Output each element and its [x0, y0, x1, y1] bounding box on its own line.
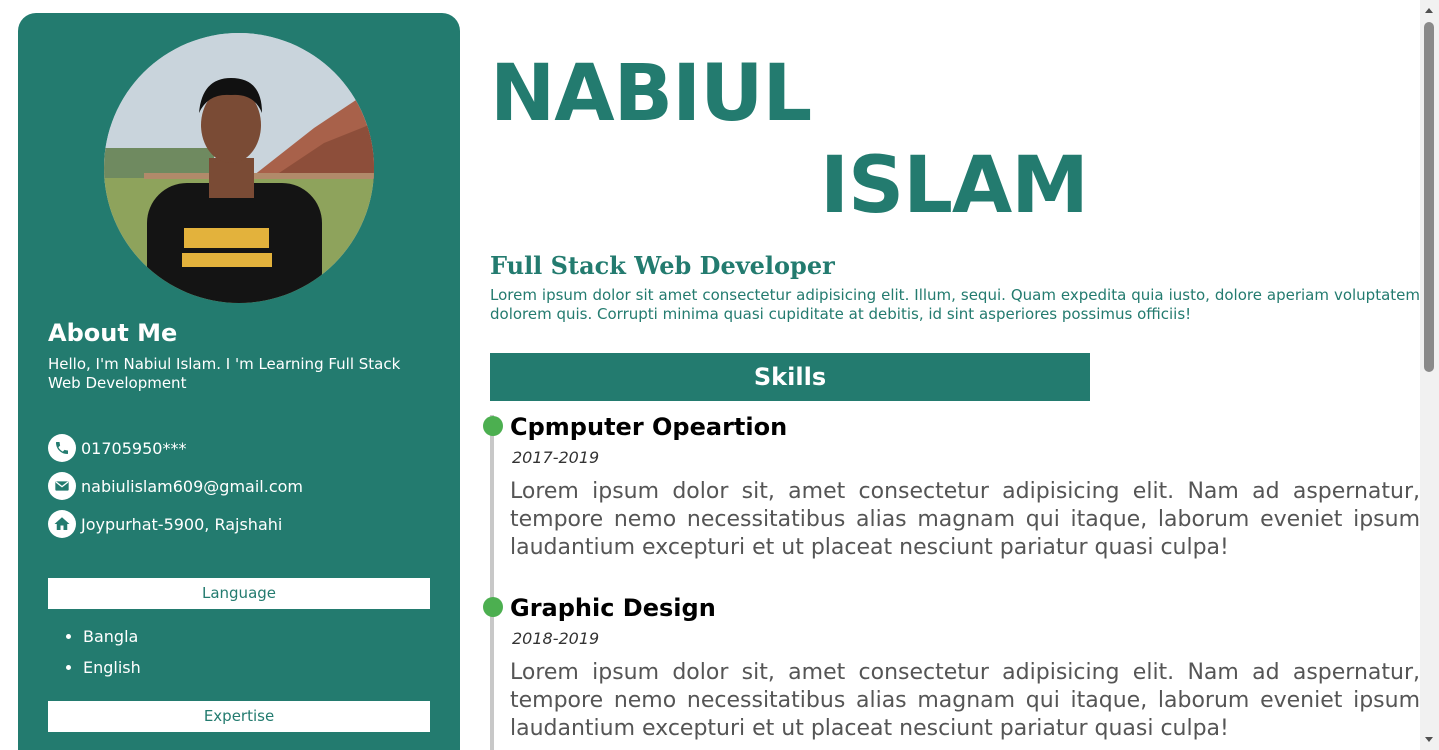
email-icon: [48, 472, 76, 500]
email-text: nabiulislam609@gmail.com: [81, 476, 303, 496]
language-header: Language: [48, 578, 430, 609]
scroll-thumb[interactable]: [1424, 22, 1434, 372]
contact-phone: 01705950***: [48, 434, 186, 462]
skill-title: Graphic Design: [510, 594, 716, 622]
skill-date: 2018-2019: [512, 629, 600, 648]
phone-text: 01705950***: [81, 438, 187, 458]
language-list: Bangla English: [48, 621, 141, 683]
timeline-line: [490, 415, 494, 750]
skills-header: Skills: [490, 353, 1090, 401]
expertise-header: Expertise: [48, 701, 430, 732]
skill-description: Lorem ipsum dolor sit, amet consectetur …: [510, 660, 1420, 741]
timeline-dot: [483, 597, 503, 617]
avatar: [104, 33, 374, 303]
scroll-down-icon[interactable]: [1425, 737, 1433, 742]
about-text: Hello, I'm Nabiul Islam. I 'm Learning F…: [48, 355, 401, 392]
skill-description: Lorem ipsum dolor sit, amet consectetur …: [510, 479, 1420, 560]
sidebar: About Me Hello, I'm Nabiul Islam. I 'm L…: [18, 13, 460, 750]
phone-icon: [48, 434, 76, 462]
resume-page: About Me Hello, I'm Nabiul Islam. I 'm L…: [0, 0, 1439, 750]
name-last: ISLAM: [820, 141, 1089, 231]
name-first: NABIUL: [490, 49, 812, 139]
vertical-scrollbar[interactable]: [1420, 0, 1439, 750]
list-item: Bangla: [48, 621, 141, 652]
contact-address: Joypurhat-5900, Rajshahi: [48, 510, 282, 538]
contact-email: nabiulislam609@gmail.com: [48, 472, 303, 500]
address-text: Joypurhat-5900, Rajshahi: [81, 514, 283, 534]
scroll-up-icon[interactable]: [1425, 8, 1433, 13]
home-icon: [48, 510, 76, 538]
about-title: About Me: [48, 319, 178, 347]
skill-title: Cpmputer Opeartion: [510, 413, 788, 441]
skill-date: 2017-2019: [512, 448, 600, 467]
job-description: Lorem ipsum dolor sit amet consectetur a…: [490, 286, 1420, 323]
job-title: Full Stack Web Developer: [490, 251, 835, 280]
list-item: English: [48, 652, 141, 683]
timeline-dot: [483, 416, 503, 436]
